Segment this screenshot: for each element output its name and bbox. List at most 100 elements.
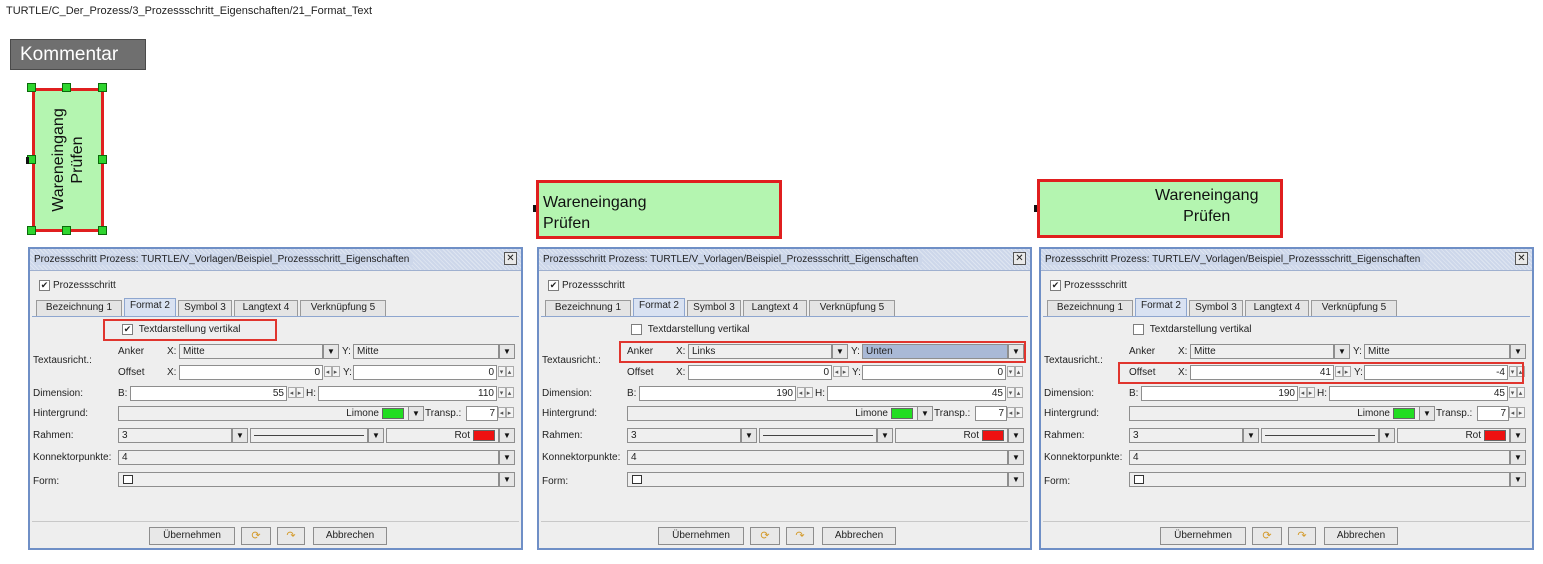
vertical-checkbox[interactable] <box>1133 324 1144 335</box>
breite-input[interactable]: 55 <box>130 386 287 401</box>
form-select[interactable] <box>627 472 1008 487</box>
transp-input[interactable]: 7 <box>975 406 1007 421</box>
tab-langtext[interactable]: Langtext 4 <box>1245 300 1309 316</box>
anker-y-select[interactable]: Mitte <box>1364 344 1510 359</box>
chevron-down-icon[interactable]: ▼ <box>1334 344 1350 359</box>
offset-x-stepper[interactable]: ◂ ▸ <box>831 366 850 379</box>
konnektor-select[interactable]: 4 <box>118 450 499 465</box>
tab-symbol[interactable]: Symbol 3 <box>178 300 232 316</box>
konnektor-select[interactable]: 4 <box>1129 450 1510 465</box>
tab-format[interactable]: Format 2 <box>1135 298 1187 317</box>
chevron-down-icon[interactable]: ▼ <box>499 450 515 465</box>
tab-langtext[interactable]: Langtext 4 <box>234 300 298 316</box>
uebernehmen-button[interactable]: Übernehmen <box>1160 527 1246 545</box>
transp-stepper[interactable]: ◂ ▸ <box>1507 407 1526 420</box>
dialog-titlebar[interactable]: Prozessschritt Prozess: TURTLE/V_Vorlage… <box>1041 249 1532 271</box>
hintergrund-select[interactable]: Limone <box>1129 406 1421 421</box>
resize-handle-b[interactable] <box>62 226 71 235</box>
tab-symbol[interactable]: Symbol 3 <box>687 300 741 316</box>
hoehe-stepper[interactable]: ▾ ▴ <box>1005 387 1024 400</box>
chevron-down-icon[interactable]: ▼ <box>323 344 339 359</box>
rahmen-width-select[interactable]: 3 <box>1129 428 1243 443</box>
prozessschritt-checkbox-row[interactable]: ✔ Prozessschritt <box>1047 280 1127 291</box>
resize-handle-tl[interactable] <box>27 83 36 92</box>
anker-x-select[interactable]: Mitte <box>179 344 323 359</box>
offset-y-input[interactable]: 0 <box>353 365 497 380</box>
offset-y-stepper[interactable]: ▾ ▴ <box>496 366 515 379</box>
anker-x-select[interactable]: Mitte <box>1190 344 1334 359</box>
breite-input[interactable]: 190 <box>1141 386 1298 401</box>
dialog-titlebar[interactable]: Prozessschritt Prozess: TURTLE/V_Vorlage… <box>30 249 521 271</box>
hoehe-input[interactable]: 45 <box>1329 386 1508 401</box>
checkbox-icon[interactable]: ✔ <box>548 280 559 291</box>
rahmen-width-select[interactable]: 3 <box>627 428 741 443</box>
breite-stepper[interactable]: ◂ ▸ <box>286 387 305 400</box>
close-icon[interactable]: ✕ <box>1013 252 1026 265</box>
dialog-titlebar[interactable]: Prozessschritt Prozess: TURTLE/V_Vorlage… <box>539 249 1030 271</box>
abbrechen-button[interactable]: Abbrechen <box>822 527 896 545</box>
chevron-down-icon[interactable]: ▼ <box>1510 450 1526 465</box>
breite-stepper[interactable]: ◂ ▸ <box>795 387 814 400</box>
chevron-down-icon[interactable]: ▼ <box>877 428 893 443</box>
refresh-icon[interactable]: ⟳ <box>241 527 271 545</box>
chevron-down-icon[interactable]: ▼ <box>499 428 515 443</box>
offset-x-input[interactable]: 0 <box>179 365 323 380</box>
tab-bezeichnung[interactable]: Bezeichnung 1 <box>545 300 631 316</box>
prozessschritt-checkbox-row[interactable]: ✔ Prozessschritt <box>545 280 625 291</box>
tab-bezeichnung[interactable]: Bezeichnung 1 <box>1047 300 1133 316</box>
chevron-down-icon[interactable]: ▼ <box>1008 428 1024 443</box>
hintergrund-select[interactable]: Limone <box>118 406 410 421</box>
rahmen-width-select[interactable]: 3 <box>118 428 232 443</box>
hintergrund-select[interactable]: Limone <box>627 406 919 421</box>
refresh-icon[interactable]: ⟳ <box>1252 527 1282 545</box>
chevron-down-icon[interactable]: ▼ <box>499 344 515 359</box>
hoehe-input[interactable]: 45 <box>827 386 1006 401</box>
close-icon[interactable]: ✕ <box>1515 252 1528 265</box>
kommentar-label[interactable]: Kommentar <box>10 39 146 70</box>
vertical-checkbox[interactable] <box>631 324 642 335</box>
tab-verknuepfung[interactable]: Verknüpfung 5 <box>300 300 386 316</box>
hoehe-input[interactable]: 110 <box>318 386 497 401</box>
chevron-down-icon[interactable]: ▼ <box>408 406 424 421</box>
offset-y-stepper[interactable]: ▾ ▴ <box>1005 366 1024 379</box>
tab-verknuepfung[interactable]: Verknüpfung 5 <box>1311 300 1397 316</box>
vertical-checkbox-row[interactable]: Textdarstellung vertikal <box>631 324 750 335</box>
tab-verknuepfung[interactable]: Verknüpfung 5 <box>809 300 895 316</box>
checkbox-icon[interactable]: ✔ <box>39 280 50 291</box>
redo-icon[interactable]: ↷ <box>786 527 814 545</box>
process-step-shape-vertical[interactable]: Wareneingang Prüfen <box>26 83 107 235</box>
redo-icon[interactable]: ↷ <box>277 527 305 545</box>
offset-y-input[interactable]: 0 <box>862 365 1006 380</box>
form-select[interactable] <box>1129 472 1510 487</box>
offset-x-input[interactable]: 0 <box>688 365 832 380</box>
chevron-down-icon[interactable]: ▼ <box>1243 428 1259 443</box>
resize-handle-r[interactable] <box>98 155 107 164</box>
transp-input[interactable]: 7 <box>466 406 498 421</box>
chevron-down-icon[interactable]: ▼ <box>1510 472 1526 487</box>
breite-input[interactable]: 190 <box>639 386 796 401</box>
konnektor-select[interactable]: 4 <box>627 450 1008 465</box>
chevron-down-icon[interactable]: ▼ <box>1510 344 1526 359</box>
refresh-icon[interactable]: ⟳ <box>750 527 780 545</box>
resize-handle-bl[interactable] <box>27 226 36 235</box>
hoehe-stepper[interactable]: ▾ ▴ <box>496 387 515 400</box>
prozessschritt-checkbox-row[interactable]: ✔ Prozessschritt <box>36 280 116 291</box>
tab-format[interactable]: Format 2 <box>633 298 685 317</box>
process-step-shape-offset[interactable]: Wareneingang Prüfen <box>1034 179 1283 238</box>
process-step-shape-bottom-left[interactable]: Wareneingang Prüfen <box>533 180 782 239</box>
checkbox-icon[interactable]: ✔ <box>1050 280 1061 291</box>
transp-stepper[interactable]: ◂ ▸ <box>496 407 515 420</box>
tab-langtext[interactable]: Langtext 4 <box>743 300 807 316</box>
tab-symbol[interactable]: Symbol 3 <box>1189 300 1243 316</box>
anker-y-select[interactable]: Mitte <box>353 344 499 359</box>
resize-handle-t[interactable] <box>62 83 71 92</box>
hoehe-stepper[interactable]: ▾ ▴ <box>1507 387 1526 400</box>
close-icon[interactable]: ✕ <box>504 252 517 265</box>
chevron-down-icon[interactable]: ▼ <box>1419 406 1435 421</box>
resize-handle-tr[interactable] <box>98 83 107 92</box>
chevron-down-icon[interactable]: ▼ <box>917 406 933 421</box>
chevron-down-icon[interactable]: ▼ <box>1008 472 1024 487</box>
chevron-down-icon[interactable]: ▼ <box>741 428 757 443</box>
vertical-checkbox-row[interactable]: Textdarstellung vertikal <box>1133 324 1252 335</box>
abbrechen-button[interactable]: Abbrechen <box>1324 527 1398 545</box>
